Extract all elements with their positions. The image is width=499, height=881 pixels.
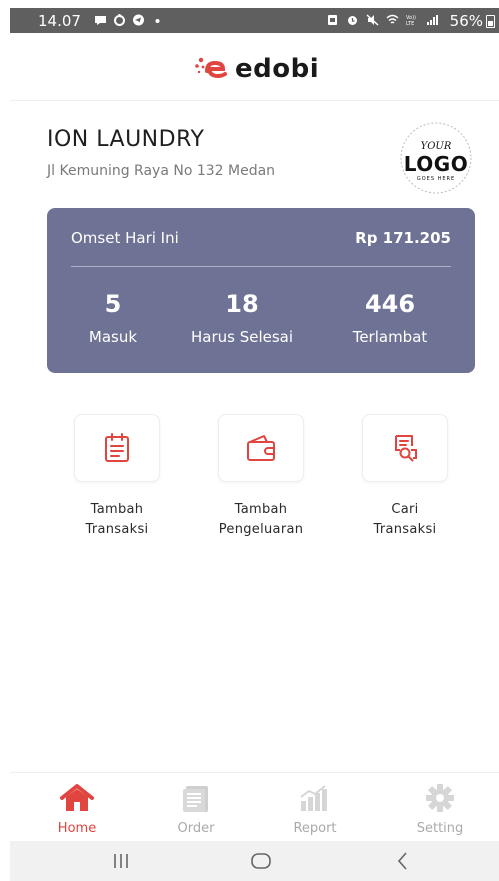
logo-main-text: LOGO xyxy=(403,152,469,176)
stat-harus-selesai[interactable]: 18 Harus Selesai xyxy=(177,290,307,346)
mute-icon xyxy=(366,14,379,26)
action-label: Cari Transaksi xyxy=(335,500,475,540)
home-circle-icon[interactable] xyxy=(250,850,272,872)
omset-value: Rp 171.205 xyxy=(355,229,451,247)
search-receipt-icon xyxy=(395,435,417,462)
stat-value: 18 xyxy=(225,290,259,318)
action-label: Tambah Transaksi xyxy=(47,500,187,540)
clipboard-icon xyxy=(105,433,129,462)
action-label-line1: Cari xyxy=(391,502,419,517)
battery-indicator: 56% xyxy=(450,12,495,30)
nav-setting[interactable]: Setting xyxy=(395,783,485,836)
action-icon-box[interactable] xyxy=(362,414,448,482)
battery-percentage: 56% xyxy=(449,12,483,30)
svg-text:LTE: LTE xyxy=(406,21,414,26)
nav-report[interactable]: Report xyxy=(270,783,360,836)
wifi-icon xyxy=(386,14,399,24)
brand-logo: edobi xyxy=(193,54,319,84)
logo-your-text: YOUR xyxy=(420,141,452,152)
stat-terlambat[interactable]: 446 Terlambat xyxy=(325,290,455,346)
nav-home[interactable]: Home xyxy=(32,783,122,836)
stat-label: Masuk xyxy=(88,328,138,346)
volte-icon: Vo))LTE xyxy=(406,15,416,26)
logo-goes-here-text: GOES HERE xyxy=(416,176,456,182)
store-logo[interactable]: YOUR LOGO GOES HERE xyxy=(399,121,473,195)
brand-name: edobi xyxy=(235,54,320,84)
card-divider xyxy=(71,266,451,267)
app-screen: 14.07 Vo)) LTE 56% edobi ION LAUNDRY Jl … xyxy=(10,8,499,881)
bottom-nav: Home Order Report Setting xyxy=(10,772,499,842)
status-right-icons: Vo)) LTE xyxy=(326,14,439,26)
back-icon[interactable] xyxy=(392,850,414,872)
telegram-icon xyxy=(133,14,144,26)
app-header: edobi xyxy=(10,33,499,101)
recent-apps-icon[interactable] xyxy=(110,850,132,872)
cari-transaksi-button[interactable]: Cari Transaksi xyxy=(335,414,475,540)
store-address: Jl Kemuning Raya No 132 Medan xyxy=(47,163,276,179)
stat-label: Harus Selesai xyxy=(190,328,294,346)
nav-label: Home xyxy=(57,821,97,836)
tambah-transaksi-button[interactable]: Tambah Transaksi xyxy=(47,414,187,540)
summary-card: Omset Hari Ini Rp 171.205 5 Masuk 18 Har… xyxy=(47,208,475,373)
store-name: ION LAUNDRY xyxy=(47,127,205,152)
chat-icon xyxy=(95,16,106,25)
action-label-line2: Transaksi xyxy=(373,522,437,537)
status-bar: 14.07 Vo)) LTE 56% xyxy=(10,8,499,33)
stat-masuk[interactable]: 5 Masuk xyxy=(48,290,178,346)
nav-label: Order xyxy=(177,821,215,836)
screenshot-icon xyxy=(328,15,337,25)
signal-icon xyxy=(427,15,438,25)
stat-label: Terlambat xyxy=(352,328,428,346)
report-icon xyxy=(300,785,327,811)
nav-label: Setting xyxy=(416,821,464,836)
home-icon xyxy=(60,784,94,811)
system-nav-bar xyxy=(10,841,499,881)
edobi-logo-icon xyxy=(195,57,227,79)
action-label-line2: Transaksi xyxy=(85,522,149,537)
action-label-line1: Tambah xyxy=(90,502,144,517)
omset-label: Omset Hari Ini xyxy=(71,229,179,247)
action-icon-box[interactable] xyxy=(74,414,160,482)
order-icon xyxy=(183,786,208,812)
action-label-line2: Pengeluaran xyxy=(218,522,304,537)
tambah-pengeluaran-button[interactable]: Tambah Pengeluaran xyxy=(191,414,331,540)
action-icon-box[interactable] xyxy=(218,414,304,482)
stat-value: 5 xyxy=(104,290,122,318)
gear-icon xyxy=(426,784,454,812)
dot-icon xyxy=(155,19,160,23)
wallet-icon xyxy=(247,435,275,461)
battery-icon xyxy=(486,14,495,28)
nav-label: Report xyxy=(293,821,337,836)
status-time: 14.07 xyxy=(38,12,81,30)
action-label: Tambah Pengeluaran xyxy=(191,500,331,540)
alarm-icon xyxy=(348,16,357,25)
action-label-line1: Tambah xyxy=(234,502,288,517)
nav-order[interactable]: Order xyxy=(151,783,241,836)
status-left-icons xyxy=(94,14,164,26)
steam-icon xyxy=(114,14,125,26)
stat-value: 446 xyxy=(364,290,416,318)
